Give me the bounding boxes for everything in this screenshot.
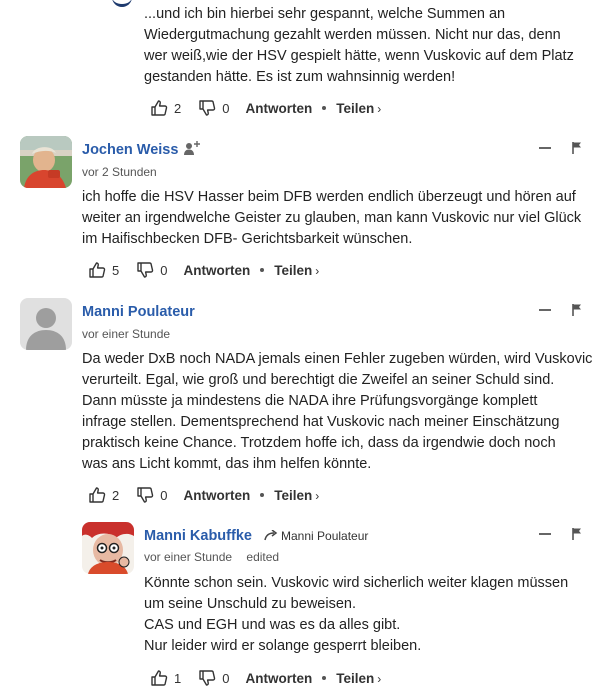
share-button[interactable]: Teilen › [336, 101, 381, 116]
separator-dot [260, 493, 265, 497]
thumb-up-icon [150, 99, 168, 117]
comment-controls [539, 141, 583, 155]
dislike-count: 0 [160, 262, 168, 278]
share-button[interactable]: Teilen › [336, 671, 381, 686]
chevron-right-icon: › [377, 671, 382, 686]
share-button[interactable]: Teilen › [274, 488, 319, 503]
like-button[interactable]: 5 [88, 261, 119, 279]
chevron-right-icon: › [377, 101, 382, 116]
thumb-down-icon [136, 486, 154, 504]
reply-to-name: Manni Poulateur [281, 529, 369, 543]
dislike-count: 0 [160, 487, 168, 503]
flag-icon[interactable] [571, 527, 583, 541]
cropped-top-element [112, 0, 132, 7]
dislike-button[interactable]: 0 [198, 669, 229, 687]
user-photo [20, 136, 72, 188]
thumb-up-icon [88, 261, 106, 279]
comment-text: Könnte schon sein. Vuskovic wird sicherl… [144, 575, 569, 654]
like-button[interactable]: 2 [150, 99, 181, 117]
comment-controls [539, 527, 583, 541]
comment-0-actions: 2 0 Antworten Teilen › [150, 98, 381, 118]
like-count: 2 [112, 487, 120, 503]
thumb-down-icon [198, 99, 216, 117]
like-count: 1 [174, 670, 182, 686]
author-name[interactable]: Jochen Weiss [82, 142, 178, 158]
separator-dot [322, 676, 327, 680]
thumb-down-icon [136, 261, 154, 279]
avatar[interactable] [20, 136, 72, 188]
avatar[interactable] [82, 522, 134, 574]
share-button[interactable]: Teilen › [274, 263, 319, 278]
like-count: 5 [112, 262, 120, 278]
cartoon-avatar [82, 522, 134, 574]
minus-icon[interactable] [539, 147, 551, 149]
dislike-count: 0 [222, 670, 230, 686]
reply-arrow-icon [264, 530, 278, 541]
flag-icon[interactable] [571, 303, 583, 317]
dislike-button[interactable]: 0 [136, 486, 167, 504]
dislike-button[interactable]: 0 [136, 261, 167, 279]
default-avatar [20, 298, 72, 350]
chevron-right-icon: › [315, 488, 320, 503]
minus-icon[interactable] [539, 309, 551, 311]
chevron-right-icon: › [315, 263, 320, 278]
reply-button[interactable]: Antworten [183, 263, 250, 278]
dislike-count: 0 [222, 100, 230, 116]
separator-dot [322, 106, 327, 110]
reply-button[interactable]: Antworten [183, 488, 250, 503]
comment-1-actions: 5 0 Antworten Teilen › [88, 260, 319, 280]
comment-0: ...und ich bin hierbei sehr gespannt, we… [144, 4, 604, 88]
comment-text: Da weder DxB noch NADA jemals einen Fehl… [82, 351, 593, 472]
like-count: 2 [174, 100, 182, 116]
thumb-down-icon [198, 669, 216, 687]
comment-3-actions: 1 0 Antworten Teilen › [150, 668, 381, 688]
comment-text: ...und ich bin hierbei sehr gespannt, we… [144, 6, 574, 85]
edited-label: edited [246, 550, 280, 564]
flag-icon[interactable] [571, 141, 583, 155]
timestamp: vor einer Stunde [82, 327, 171, 341]
like-button[interactable]: 1 [150, 669, 181, 687]
comment-2-actions: 2 0 Antworten Teilen › [88, 485, 319, 505]
follow-user-icon[interactable] [183, 140, 201, 162]
author-name[interactable]: Manni Kabuffke [144, 528, 252, 544]
author-name[interactable]: Manni Poulateur [82, 304, 195, 320]
like-button[interactable]: 2 [88, 486, 119, 504]
thumb-up-icon [88, 486, 106, 504]
timestamp: vor 2 Stunden [82, 165, 157, 179]
dislike-button[interactable]: 0 [198, 99, 229, 117]
thumb-up-icon [150, 669, 168, 687]
reply-button[interactable]: Antworten [245, 101, 312, 116]
avatar[interactable] [20, 298, 72, 350]
timestamp: vor einer Stunde edited [144, 550, 280, 564]
comment-text: ich hoffe die HSV Hasser beim DFB werden… [82, 189, 582, 247]
separator-dot [260, 268, 265, 272]
reply-to[interactable]: Manni Poulateur [264, 529, 368, 543]
comment-controls [539, 303, 583, 317]
reply-button[interactable]: Antworten [245, 671, 312, 686]
minus-icon[interactable] [539, 533, 551, 535]
